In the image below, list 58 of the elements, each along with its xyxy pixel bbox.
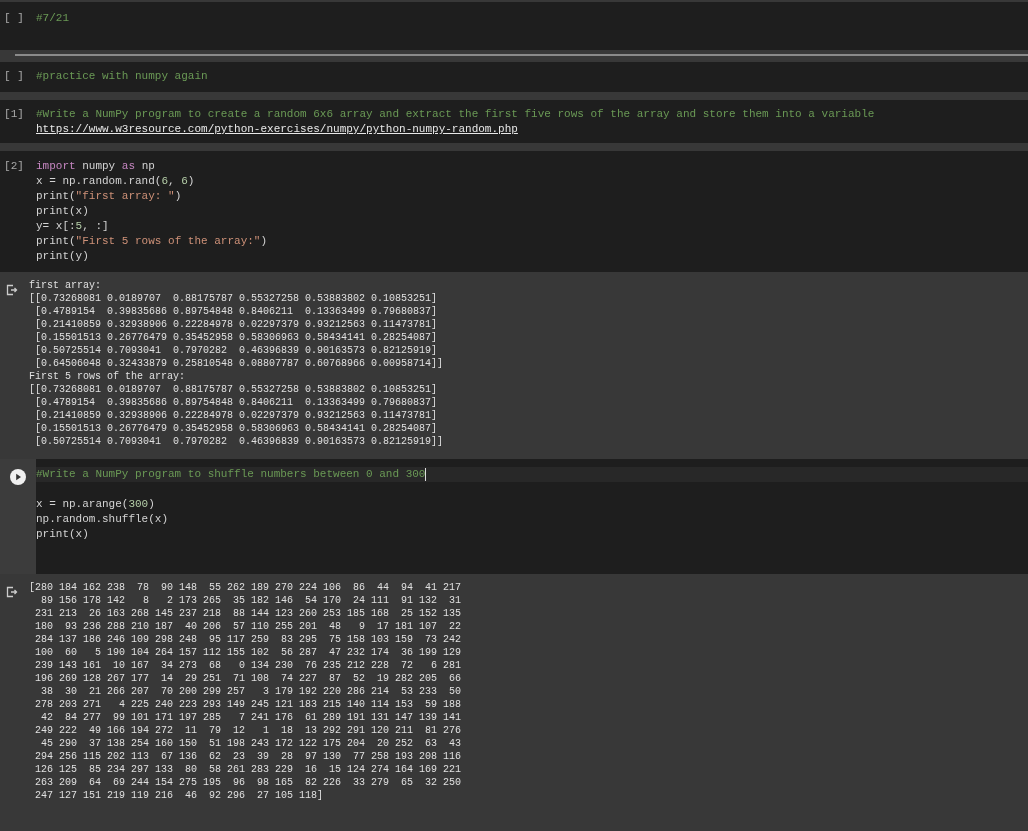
output-line: 126 125 85 234 297 133 80 58 261 283 229 16 15 124 274 164 169 221	[34, 763, 462, 776]
output-line: [0.15501513 0.26776479 0.35452958 0.58306963 0.58434141 0.28254087]	[34, 422, 438, 435]
output-line: 263 209 64 69 244 154 275 195 96 98 165 82 226 33 279 65 32 250	[34, 776, 462, 789]
text-cursor	[425, 468, 427, 481]
code-line: x = np.random.rand(6, 6)	[36, 174, 195, 189]
output-line: [0.50725514 0.7093041 0.7970282 0.46396839 0.90163573 0.82125919]]	[34, 435, 444, 448]
code-line: print(x)	[36, 527, 89, 542]
output-line: 45 290 37 138 254 160 150 51 198 243 172 122 175 204 20 252 63 43	[40, 737, 462, 750]
code-line: print(y)	[36, 249, 89, 264]
output-line: [0.4789154 0.39835686 0.89754848 0.8406211 0.13363499 0.79680837]	[34, 396, 438, 409]
execution-count: [ ]	[4, 11, 24, 26]
code-cell[interactable]: [ ] #7/21	[0, 2, 1028, 50]
output-line: 100 60 5 190 104 264 157 112 155 102 56 287 47 232 174 36 199 129	[34, 646, 462, 659]
output-line: [[0.73268081 0.0189707 0.88175787 0.55327258 0.53883802 0.10853251]	[29, 383, 438, 396]
code-line: print("first array: ")	[36, 189, 182, 204]
code-cell[interactable]: [2] import numpy as np x = np.random.rand(6, 6) print("first array: ") print(x) y= x[:5, :] print("First 5 rows of the array:") print(y)	[0, 151, 1028, 272]
code-line: print(x)	[36, 204, 89, 219]
output-line: 180 93 236 288 210 187 40 206 57 110 255 201 48 9 17 181 107 22	[34, 620, 462, 633]
output-line: 278 203 271 4 225 240 223 293 149 245 121 183 215 140 114 153 59 188	[34, 698, 462, 711]
code-comment: #Write a NumPy program to create a random 6x6 array and extract the first five rows of the array and store them into a variable	[36, 107, 875, 122]
output-line: 196 269 128 267 177 14 29 251 71 108 74 227 87 52 19 282 205 66	[34, 672, 462, 685]
output-line: 247 127 151 219 119 216 46 92 296 27 105 118]	[34, 789, 324, 802]
output-line: [0.64506048 0.32433879 0.25810548 0.08807787 0.60768966 0.00958714]]	[34, 357, 444, 370]
output-line: 284 137 186 246 109 298 248 95 117 259 83 295 75 158 103 159 73 242	[34, 633, 462, 646]
output-line: [[0.73268081 0.0189707 0.88175787 0.55327258 0.53883802 0.10853251]	[29, 292, 438, 305]
code-comment: #7/21	[36, 11, 69, 26]
execution-count: [1]	[4, 107, 24, 122]
output-line: 38 30 21 266 207 70 200 299 257 3 179 192 220 286 214 53 233 50	[40, 685, 462, 698]
output-line: [0.50725514 0.7093041 0.7970282 0.46396839 0.90163573 0.82125919]	[34, 344, 438, 357]
code-line: x = np.arange(300)	[36, 497, 155, 512]
output-line: 294 256 115 202 113 67 136 62 23 39 28 97 130 77 258 193 208 116	[34, 750, 462, 763]
code-cell[interactable]	[0, 100, 1028, 143]
output-line: first array:	[29, 279, 101, 292]
code-line: y= x[:5, :]	[36, 219, 109, 234]
output-line: [0.15501513 0.26776479 0.35452958 0.58306963 0.58434141 0.28254087]	[34, 331, 438, 344]
output-icon[interactable]	[5, 586, 18, 598]
code-line: print("First 5 rows of the array:")	[36, 234, 268, 249]
output-line: 239 143 161 10 167 34 273 68 0 134 230 76 235 212 228 72 6 281	[34, 659, 462, 672]
output-line: [0.4789154 0.39835686 0.89754848 0.8406211 0.13363499 0.79680837]	[34, 305, 438, 318]
output-line: 249 222 49 166 194 272 11 79 12 1 18 13 292 291 120 211 81 276	[34, 724, 462, 737]
output-line: 231 213 26 163 268 145 237 218 88 144 123 260 253 185 168 25 152 135	[34, 607, 462, 620]
output-line: First 5 rows of the array:	[29, 370, 186, 383]
code-cell[interactable]: [ ] #practice with numpy again	[0, 62, 1028, 92]
output-line: [0.21410859 0.32938906 0.22284978 0.02297379 0.93212563 0.11473781]	[34, 318, 438, 331]
execution-count: [ ]	[4, 69, 24, 84]
code-line: import numpy as np	[36, 159, 155, 174]
code-comment: #practice with numpy again	[36, 69, 208, 84]
output-icon[interactable]	[5, 284, 18, 296]
code-cell[interactable]: #Write a NumPy program to shuffle numbers between 0 and 300 x = np.arange(300) np.random.shuffle(x) print(x)	[0, 459, 1028, 574]
output-line: [0.21410859 0.32938906 0.22284978 0.02297379 0.93212563 0.11473781]	[34, 409, 438, 422]
output-line: [280 184 162 238 78 90 148 55 262 189 270 224 106 86 44 94 41 217	[29, 581, 462, 594]
code-comment: #Write a NumPy program to shuffle numbers between 0 and 300	[36, 467, 426, 482]
link[interactable]: https://www.w3resource.com/python-exercises/numpy/python-numpy-random.php	[36, 122, 518, 137]
output-line: 89 156 178 142 8 2 173 265 35 182 146 54 170 24 111 91 132 31	[40, 594, 462, 607]
execution-count: [2]	[4, 159, 24, 174]
code-line: np.random.shuffle(x)	[36, 512, 169, 527]
run-button-icon[interactable]	[10, 469, 26, 485]
output-line: 42 84 277 99 101 171 197 285 7 241 176 61 289 191 131 147 139 141	[40, 711, 462, 724]
